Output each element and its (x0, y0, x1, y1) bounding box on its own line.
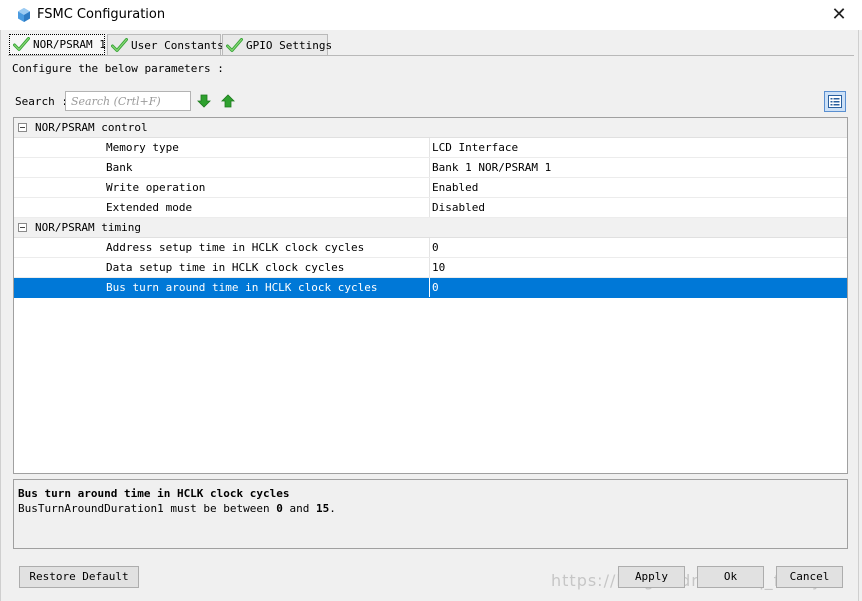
column-separator (429, 178, 430, 197)
column-separator (429, 158, 430, 177)
param-name: Bus turn around time in HCLK clock cycle… (106, 281, 378, 294)
green-check-icon (111, 37, 128, 52)
green-check-icon (226, 37, 243, 52)
param-value[interactable]: 0 (432, 241, 439, 254)
param-value[interactable]: Disabled (432, 201, 485, 214)
search-next-button[interactable] (196, 93, 212, 109)
group-name: NOR/PSRAM timing (35, 221, 141, 234)
table-row[interactable]: Memory type LCD Interface (14, 138, 847, 158)
window-border-left (0, 30, 1, 601)
tree-group-row[interactable]: NOR/PSRAM timing (14, 218, 847, 238)
group-name: NOR/PSRAM control (35, 121, 148, 134)
tab-strip-divider (8, 55, 854, 56)
description-text-prefix: BusTurnAroundDuration1 must be between (18, 502, 277, 515)
tab-nor-psram-1[interactable]: NOR/PSRAM 1 (9, 34, 106, 55)
window-title: FSMC Configuration (37, 7, 166, 22)
tab-user-constants[interactable]: User Constants (107, 34, 224, 55)
param-value[interactable]: Bank 1 NOR/PSRAM 1 (432, 161, 551, 174)
tab-label: NOR/PSRAM 1 (33, 38, 106, 51)
configure-label: Configure the below parameters : (12, 62, 224, 75)
list-view-icon (828, 95, 842, 108)
column-separator (429, 238, 430, 257)
description-panel: Bus turn around time in HCLK clock cycle… (13, 479, 848, 549)
arrow-down-icon (197, 94, 211, 108)
tree-group-row[interactable]: NOR/PSRAM control (14, 118, 847, 138)
column-separator (429, 198, 430, 217)
window-border-right (858, 30, 859, 601)
param-value[interactable]: LCD Interface (432, 141, 518, 154)
table-row[interactable]: Extended mode Disabled (14, 198, 847, 218)
column-separator (429, 258, 430, 277)
tab-gpio-settings[interactable]: GPIO Settings (222, 34, 332, 55)
cancel-button[interactable]: Cancel (776, 566, 843, 588)
close-icon: ✕ (831, 4, 847, 25)
collapse-icon[interactable] (18, 223, 27, 232)
table-row[interactable]: Write operation Enabled (14, 178, 847, 198)
table-row[interactable]: Bank Bank 1 NOR/PSRAM 1 (14, 158, 847, 178)
column-separator (429, 278, 430, 297)
close-button[interactable]: ✕ (826, 3, 852, 27)
stm32-cube-icon (16, 7, 32, 23)
description-text-mid: and (282, 502, 317, 515)
parameter-tree: NOR/PSRAM control Memory type LCD Interf… (13, 117, 848, 474)
apply-button[interactable]: Apply (618, 566, 685, 588)
tab-label: GPIO Settings (246, 38, 333, 52)
search-input[interactable] (65, 91, 191, 111)
restore-default-button[interactable]: Restore Default (19, 566, 139, 588)
ok-button[interactable]: Ok (697, 566, 764, 588)
description-max: 15 (316, 502, 330, 515)
table-row-selected[interactable]: Bus turn around time in HCLK clock cycle… (14, 278, 847, 298)
arrow-up-icon (221, 94, 235, 108)
description-text: BusTurnAroundDuration1 must be between 0… (18, 502, 336, 515)
param-value[interactable]: Enabled (432, 181, 478, 194)
search-previous-button[interactable] (220, 93, 236, 109)
search-label: Search : (15, 95, 68, 108)
view-toggle-button[interactable] (824, 91, 846, 112)
description-title: Bus turn around time in HCLK clock cycle… (18, 487, 290, 500)
table-row[interactable]: Data setup time in HCLK clock cycles 10 (14, 258, 847, 278)
collapse-icon[interactable] (18, 123, 27, 132)
description-text-suffix: . (329, 502, 336, 515)
tab-label: User Constants (131, 38, 224, 52)
green-check-icon (13, 37, 30, 51)
column-separator (429, 138, 430, 157)
param-value[interactable]: 0 (432, 281, 439, 294)
description-min: 0 (276, 502, 283, 515)
table-row[interactable]: Address setup time in HCLK clock cycles … (14, 238, 847, 258)
param-value[interactable]: 10 (432, 261, 445, 274)
